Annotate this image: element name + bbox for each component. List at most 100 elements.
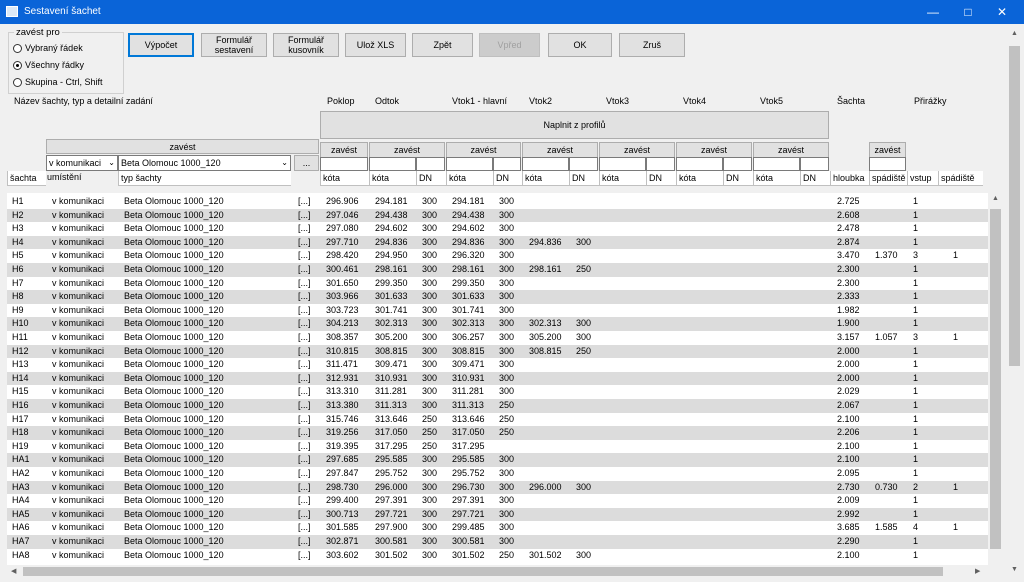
cell-detail[interactable]: [...] [298, 399, 311, 413]
formular-sestaveni-button[interactable]: Formulář sestavení [201, 33, 267, 57]
cell-detail[interactable]: [...] [298, 372, 311, 386]
cell-detail[interactable]: [...] [298, 358, 311, 372]
scroll-thumb[interactable] [990, 209, 1001, 549]
cell-detail[interactable]: [...] [298, 413, 311, 427]
radio-skupina[interactable]: Skupina - Ctrl, Shift [13, 77, 103, 88]
umisteni-combo[interactable]: v komunikaci ⌄ [46, 155, 118, 171]
close-button[interactable]: ✕ [985, 0, 1019, 24]
cell-detail[interactable]: [...] [298, 209, 311, 223]
scroll-left-icon[interactable]: ◀ [11, 567, 16, 575]
col-poklop-kota[interactable]: kóta [320, 171, 369, 186]
col-vtok2-kota[interactable]: kóta [522, 171, 569, 186]
prirazky-input[interactable] [869, 157, 906, 171]
col-vtok4-dn[interactable]: DN [723, 171, 753, 186]
cell-detail[interactable]: [...] [298, 290, 311, 304]
cell-detail[interactable]: [...] [298, 317, 311, 331]
cell-detail[interactable]: [...] [298, 467, 311, 481]
table-row[interactable]: H10 v komunikaci Beta Olomouc 1000_120 [...… [7, 317, 988, 331]
zavest-vtok3-button[interactable]: zavést [599, 142, 675, 158]
vtok5-kota-input[interactable] [753, 157, 800, 171]
table-row[interactable]: H4 v komunikaci Beta Olomouc 1000_120 [...]… [7, 235, 988, 250]
table-row[interactable]: HA7 v komunikaci Beta Olomouc 1000_120 [...… [7, 535, 988, 549]
table-row[interactable]: HA5 v komunikaci Beta Olomouc 1000_120 [...… [7, 507, 988, 522]
minimize-button[interactable]: — [916, 0, 950, 24]
vtok1-kota-input[interactable] [446, 157, 493, 171]
cell-detail[interactable]: [...] [298, 385, 311, 399]
cell-detail[interactable]: [...] [298, 236, 311, 250]
col-odtok-kota[interactable]: kóta [369, 171, 416, 186]
col-hloubka[interactable]: hloubka [830, 171, 869, 186]
window-scroll-thumb[interactable] [1009, 46, 1020, 366]
zavest-poklop-button[interactable]: zavést [320, 142, 368, 158]
col-vstup[interactable]: vstup [907, 171, 938, 186]
table-row[interactable]: H13 v komunikaci Beta Olomouc 1000_120 [...… [7, 358, 988, 372]
table-row[interactable]: H7 v komunikaci Beta Olomouc 1000_120 [...]… [7, 277, 988, 291]
table-row[interactable]: H3 v komunikaci Beta Olomouc 1000_120 [...]… [7, 222, 988, 236]
zavest-prirazky-button[interactable]: zavést [869, 142, 906, 158]
odtok-dn-input[interactable] [416, 157, 445, 171]
vtok2-kota-input[interactable] [522, 157, 569, 171]
vtok1-dn-input[interactable] [493, 157, 521, 171]
cell-detail[interactable]: [...] [298, 426, 311, 440]
vtok4-dn-input[interactable] [723, 157, 752, 171]
vtok5-dn-input[interactable] [800, 157, 829, 171]
cell-detail[interactable]: [...] [298, 263, 311, 277]
scroll-up-icon[interactable]: ▲ [992, 195, 999, 202]
zavest-vtok5-button[interactable]: zavést [753, 142, 829, 158]
poklop-input[interactable] [320, 157, 368, 171]
col-vtok4-kota[interactable]: kóta [676, 171, 723, 186]
col-vtok3-kota[interactable]: kóta [599, 171, 646, 186]
cell-detail[interactable]: [...] [298, 331, 311, 345]
cell-detail[interactable]: [...] [298, 195, 311, 209]
zavest-vtok2-button[interactable]: zavést [522, 142, 598, 158]
odtok-kota-input[interactable] [369, 157, 416, 171]
col-spadiste[interactable]: spádiště [869, 171, 907, 186]
vpred-button[interactable]: Vpřed [479, 33, 540, 57]
table-row[interactable]: HA2 v komunikaci Beta Olomouc 1000_120 [...… [7, 467, 988, 481]
naplnit-z-profilu-button[interactable]: Naplnit z profilů [320, 111, 829, 139]
zavest-odtok-button[interactable]: zavést [369, 142, 445, 158]
table-row[interactable]: H19 v komunikaci Beta Olomouc 1000_120 [...… [7, 440, 988, 454]
vtok4-kota-input[interactable] [676, 157, 723, 171]
radio-vsechny-radky[interactable]: Všechny řádky [13, 60, 84, 71]
table-row[interactable]: HA4 v komunikaci Beta Olomouc 1000_120 [...… [7, 494, 988, 508]
table-vertical-scrollbar[interactable]: ▲ [988, 193, 1003, 565]
table-row[interactable]: H18 v komunikaci Beta Olomouc 1000_120 [...… [7, 426, 988, 440]
cell-detail[interactable]: [...] [298, 222, 311, 236]
zavest-vtok1-button[interactable]: zavést [446, 142, 521, 158]
zrus-button[interactable]: Zruš [619, 33, 685, 57]
col-vtok2-dn[interactable]: DN [569, 171, 599, 186]
table-row[interactable]: H1 v komunikaci Beta Olomouc 1000_120 [...]… [7, 195, 988, 209]
cell-detail[interactable]: [...] [298, 481, 311, 495]
table-row[interactable]: H6 v komunikaci Beta Olomouc 1000_120 [...]… [7, 263, 988, 277]
uloz-xls-button[interactable]: Ulož XLS [345, 33, 406, 57]
col-odtok-dn[interactable]: DN [416, 171, 446, 186]
radio-vybrany-radek[interactable]: Vybraný řádek [13, 43, 83, 54]
cell-detail[interactable]: [...] [298, 508, 311, 522]
table-row[interactable]: HA6 v komunikaci Beta Olomouc 1000_120 [...… [7, 521, 988, 535]
vtok3-dn-input[interactable] [646, 157, 675, 171]
table-row[interactable]: H16 v komunikaci Beta Olomouc 1000_120 [...… [7, 399, 988, 413]
scroll-down-icon[interactable]: ▼ [1011, 566, 1018, 573]
table-row[interactable]: H14 v komunikaci Beta Olomouc 1000_120 [...… [7, 371, 988, 386]
table-row[interactable]: H15 v komunikaci Beta Olomouc 1000_120 [...… [7, 385, 988, 399]
col-vtok3-dn[interactable]: DN [646, 171, 676, 186]
scroll-thumb-horizontal[interactable] [23, 567, 943, 576]
zavest-typ-button[interactable]: zavést [46, 139, 319, 154]
zavest-vtok4-button[interactable]: zavést [676, 142, 752, 158]
table-row[interactable]: H12 v komunikaci Beta Olomouc 1000_120 [...… [7, 344, 988, 359]
maximize-button[interactable]: □ [951, 0, 985, 24]
window-vertical-scrollbar[interactable]: ▲ ▼ [1007, 26, 1022, 580]
cell-detail[interactable]: [...] [298, 277, 311, 291]
cell-detail[interactable]: [...] [298, 535, 311, 549]
table-row[interactable]: HA3 v komunikaci Beta Olomouc 1000_120 [...… [7, 480, 988, 495]
formular-kusovnik-button[interactable]: Formulář kusovník [273, 33, 339, 57]
ok-button[interactable]: OK [548, 33, 612, 57]
typ-sachty-combo[interactable]: Beta Olomouc 1000_120 ⌄ [118, 155, 291, 171]
cell-detail[interactable]: [...] [298, 453, 311, 467]
cell-detail[interactable]: [...] [298, 249, 311, 263]
col-vtok5-kota[interactable]: kóta [753, 171, 800, 186]
cell-detail[interactable]: [...] [298, 440, 311, 454]
table-row[interactable]: H9 v komunikaci Beta Olomouc 1000_120 [...]… [7, 304, 988, 318]
table-row[interactable]: H8 v komunikaci Beta Olomouc 1000_120 [...]… [7, 290, 988, 304]
